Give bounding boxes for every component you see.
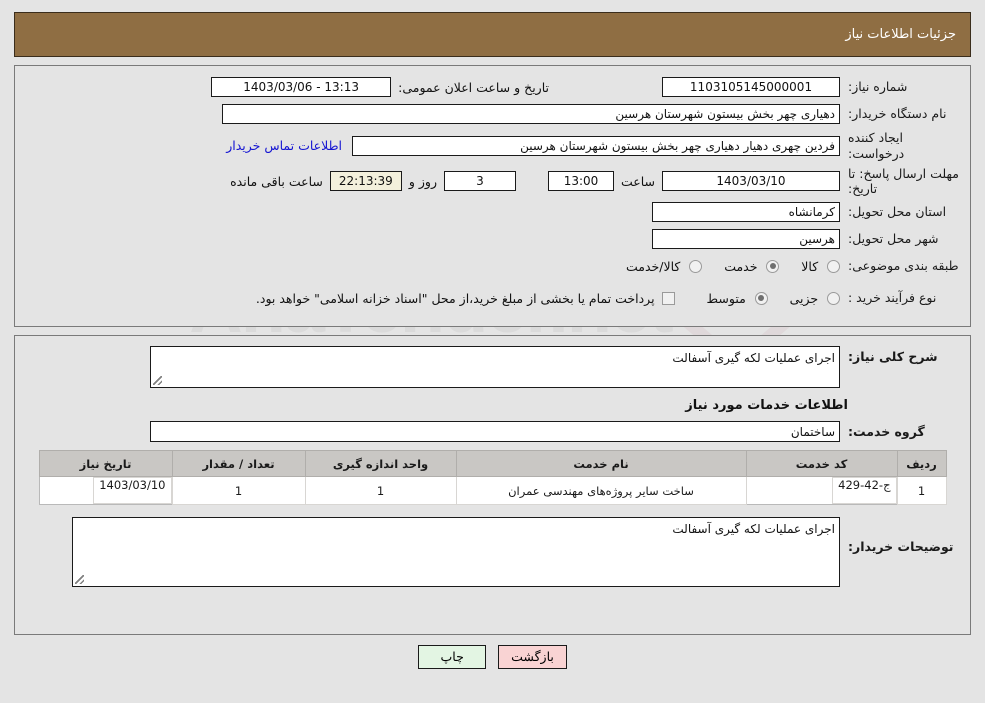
cell-need-date: 1403/03/10 (93, 477, 172, 504)
need-info-panel: شماره نیاز: 1103105145000001 تاریخ و ساع… (14, 65, 971, 327)
category-option-khedmat[interactable]: خدمت (702, 258, 780, 274)
col-service-code: کد خدمت (745, 450, 898, 477)
cell-quantity: 1 (171, 476, 306, 505)
row-province: استان محل تحویل: کرمانشاه (23, 201, 962, 223)
row-city: شهر محل تحویل: هرسین (23, 228, 962, 250)
row-purchase-process: نوع فرآیند خرید : جزیی متوسط پرداخت تمام… (23, 287, 962, 309)
need-detail-panel: شرح کلی نیاز: اجرای عملیات لکه گیری آسفا… (14, 335, 971, 635)
buyer-contact-link[interactable]: اطلاعات تماس خریدار (226, 138, 342, 153)
radio-kala-khedmat-icon[interactable] (689, 259, 703, 273)
cell-service-code: ج-42-429 (832, 477, 897, 504)
row-buyer-notes: توضیحات خریدار: اجرای عملیات لکه گیری آس… (23, 517, 962, 587)
col-quantity: تعداد / مقدار (171, 450, 306, 477)
announcement-value: 1403/03/06 - 13:13 (211, 77, 392, 97)
treasury-bond-checkbox[interactable] (661, 291, 675, 305)
announcement-label: تاریخ و ساعت اعلان عمومی: (398, 79, 549, 95)
row-buyer-org: نام دستگاه خریدار: دهیاری چهر بخش بیستون… (23, 103, 962, 125)
row-need-number: شماره نیاز: 1103105145000001 تاریخ و ساع… (23, 76, 962, 98)
footer-buttons: بازگشت چاپ (0, 645, 985, 669)
buyer-notes-textarea[interactable]: اجرای عملیات لکه گیری آسفالت (72, 517, 840, 587)
back-button[interactable]: بازگشت (498, 645, 567, 669)
process-option-motavaset[interactable]: متوسط (685, 291, 768, 306)
process-option-motavaset-label: متوسط (706, 290, 746, 306)
cell-row-no: 1 (896, 476, 947, 505)
page-header: جزئیات اطلاعات نیاز (14, 12, 971, 57)
page-title: جزئیات اطلاعات نیاز (845, 27, 956, 42)
summary-textarea[interactable]: اجرای عملیات لکه گیری آسفالت (150, 346, 840, 388)
service-group-value: ساختمان (150, 421, 840, 442)
services-heading: اطلاعات خدمات مورد نیاز (685, 398, 848, 413)
treasury-bond-note: پرداخت تمام یا بخشی از مبلغ خرید،از محل … (255, 290, 655, 306)
col-unit: واحد اندازه گیری (304, 450, 457, 477)
table-header-row: ردیف کد خدمت نام خدمت واحد اندازه گیری ت… (38, 450, 947, 477)
row-service-group: گروه خدمت: ساختمان (23, 421, 962, 442)
radio-khedmat-icon[interactable] (766, 259, 780, 273)
province-value: کرمانشاه (652, 202, 840, 223)
deadline-label: مهلت ارسال پاسخ: تا تاریخ: (848, 166, 959, 197)
table-row: 1 ج-42-429 ساخت سایر پروژه‌های مهندسی عم… (39, 476, 947, 505)
radio-kala-icon[interactable] (827, 259, 840, 273)
print-button[interactable]: چاپ (418, 645, 487, 669)
category-label: طبقه بندی موضوعی: (848, 258, 959, 274)
category-option-kala[interactable]: کالا (779, 259, 840, 274)
process-option-jozei[interactable]: جزیی (768, 291, 840, 306)
col-need-date: تاریخ نیاز (38, 450, 173, 477)
buyer-notes-label: توضیحات خریدار: (848, 539, 954, 554)
cell-service-name: ساخت سایر پروژه‌های مهندسی عمران (455, 476, 747, 505)
row-summary: شرح کلی نیاز: اجرای عملیات لکه گیری آسفا… (23, 346, 962, 388)
purchase-process-label: نوع فرآیند خرید : (848, 290, 937, 306)
deadline-date-value: 1403/03/10 (662, 171, 840, 192)
remaining-days-label: روز و (408, 173, 437, 189)
request-creator-label: ایجاد کننده درخواست: (848, 130, 905, 161)
category-option-kala-khedmat-label: کالا/خدمت (626, 258, 681, 274)
service-items-table: ردیف کد خدمت نام خدمت واحد اندازه گیری ت… (38, 450, 947, 505)
deadline-hour-label: ساعت (620, 173, 655, 189)
request-creator-value: فردین چهری دهیار دهیاری چهر بخش بیستون ش… (352, 135, 840, 156)
row-request-creator: ایجاد کننده درخواست: فردین چهری دهیار ده… (23, 130, 962, 161)
province-label: استان محل تحویل: (848, 204, 947, 220)
remaining-hours-label: ساعت باقی مانده (230, 173, 323, 189)
countdown-value: 22:13:39 (329, 171, 402, 192)
buyer-org-value: دهیاری چهر بخش بیستون شهرستان هرسین (222, 104, 840, 124)
remaining-days-value: 3 (443, 171, 516, 192)
category-option-kala-khedmat[interactable]: کالا/خدمت (604, 258, 703, 274)
deadline-time-value: 13:00 (547, 171, 614, 192)
need-number-value: 1103105145000001 (662, 77, 840, 97)
col-service-name: نام خدمت (455, 450, 747, 477)
cell-unit: 1 (304, 476, 457, 505)
col-row-no: ردیف (896, 450, 947, 477)
radio-motavaset-icon[interactable] (754, 291, 768, 305)
category-option-khedmat-label: خدمت (724, 258, 758, 274)
summary-label: شرح کلی نیاز: (848, 349, 938, 364)
city-value: هرسین (652, 229, 840, 250)
row-category: طبقه بندی موضوعی: کالا خدمت کالا/خدمت (23, 255, 962, 277)
city-label: شهر محل تحویل: (848, 231, 939, 247)
category-option-kala-label: کالا (801, 258, 819, 274)
radio-jozei-icon[interactable] (827, 291, 840, 305)
need-number-label: شماره نیاز: (848, 79, 908, 95)
buyer-org-label: نام دستگاه خریدار: (848, 106, 947, 122)
service-group-label: گروه خدمت: (848, 423, 925, 439)
row-deadline: مهلت ارسال پاسخ: تا تاریخ: 1403/03/10 سا… (23, 166, 962, 196)
process-option-jozei-label: جزیی (789, 290, 819, 306)
